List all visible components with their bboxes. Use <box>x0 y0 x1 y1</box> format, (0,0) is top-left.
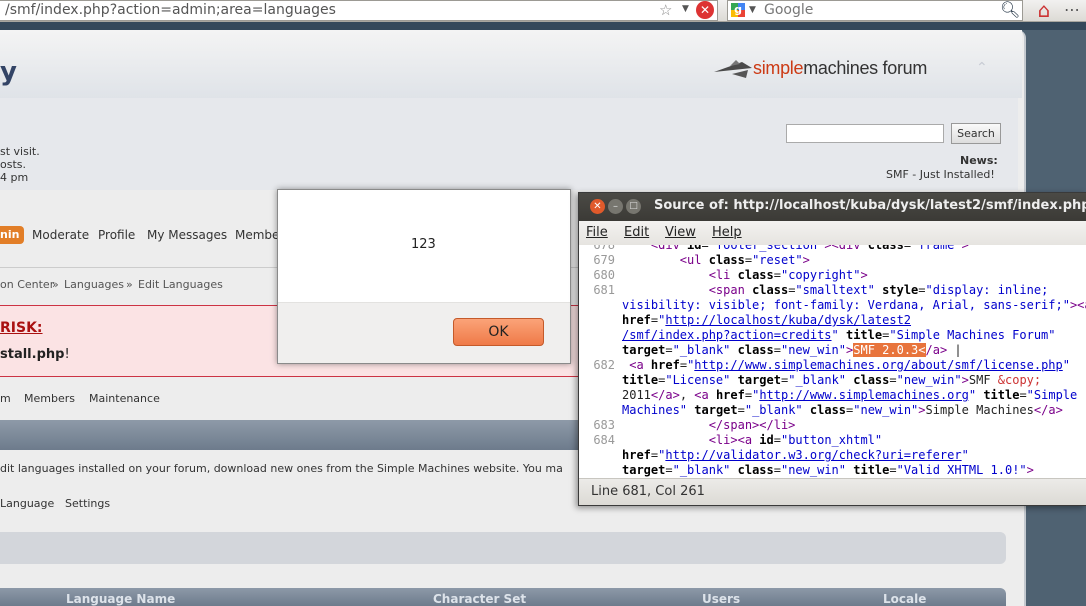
menu-help-label: Help <box>712 225 742 240</box>
toolbar-overflow-icon[interactable]: ⋯ <box>1064 0 1080 19</box>
menu-file-label: File <box>586 225 608 240</box>
warning-title: RISK: <box>0 320 43 336</box>
highlighted-version: SMF 2.0.3< <box>853 343 926 357</box>
alert-message: 123 <box>411 237 436 252</box>
logo-forum: forum <box>877 58 928 78</box>
warning-text: stall.php! <box>0 347 70 362</box>
smf-logo-text: simplemachines forum <box>753 58 927 79</box>
stop-icon[interactable]: ✕ <box>696 1 714 19</box>
breadcrumb-separator: » <box>126 278 133 291</box>
menu-profile[interactable]: Profile <box>98 228 135 242</box>
breadcrumb-languages[interactable]: Languages <box>64 278 124 291</box>
col-character-set[interactable]: Character Set <box>433 592 526 606</box>
logo-simple: simple <box>753 58 804 78</box>
forum-search-button[interactable]: Search <box>951 123 1001 144</box>
code-line: 2011</a>, <a href="http://www.simplemach… <box>622 388 1078 402</box>
user-info-line: st visit. <box>0 145 40 158</box>
warning-file: stall.php <box>0 347 65 362</box>
url-dropdown-icon[interactable]: ▼ <box>682 4 689 14</box>
search-engine-input[interactable]: Google <box>727 0 1023 21</box>
breadcrumb-edit-languages[interactable]: Edit Languages <box>138 278 223 291</box>
menu-admin[interactable]: nin <box>0 226 24 244</box>
url-bar[interactable]: /smf/index.php?action=admin;area=languag… <box>0 0 718 21</box>
user-info-line: osts. <box>0 158 27 171</box>
subnav-forum[interactable]: m <box>0 392 11 405</box>
line-number: 680 <box>593 268 615 282</box>
collapse-header-icon[interactable]: ⌃ <box>976 60 988 76</box>
code-line: <li class="copyright"> <box>708 268 868 282</box>
line-number: 681 <box>593 283 615 297</box>
code-line: <li><a id="button_xhtml" <box>708 433 883 447</box>
line-number: 678 <box>593 245 615 252</box>
code-line: <span class="smalltext" style="display: … <box>708 283 1049 297</box>
breadcrumb-separator: » <box>52 278 59 291</box>
code-line: target="_blank" class="new_win">SMF 2.0.… <box>622 343 962 357</box>
ok-button[interactable]: OK <box>453 318 544 346</box>
source-statusbar: Line 681, Col 261 <box>579 478 1086 505</box>
menu-view-label: View <box>665 225 696 240</box>
subnav-members[interactable]: Members <box>24 392 75 405</box>
tab-edit-language[interactable]: Language <box>0 497 54 510</box>
bookmark-star-icon[interactable]: ☆ <box>659 1 672 19</box>
user-info-line: 4 pm <box>0 171 29 184</box>
close-icon[interactable]: ✕ <box>590 199 605 214</box>
menu-moderate[interactable]: Moderate <box>32 228 89 242</box>
minimize-icon[interactable]: – <box>608 199 623 214</box>
code-line: href="http://validator.w3.org/check?uri=… <box>622 448 969 462</box>
maximize-icon[interactable]: □ <box>626 199 641 214</box>
menu-edit[interactable]: Edit <box>624 225 649 240</box>
forum-search-input[interactable] <box>786 124 944 143</box>
breadcrumb-admin-center[interactable]: on Center <box>0 278 54 291</box>
line-number: 683 <box>593 418 615 432</box>
line-number: 679 <box>593 253 615 267</box>
code-line: </span></li> <box>708 418 796 432</box>
menu-help[interactable]: Help <box>712 225 742 240</box>
source-menubar <box>579 221 1086 245</box>
code-line: <ul class="reset"> <box>679 253 810 267</box>
section-panel <box>0 532 1006 564</box>
news-text: SMF - Just Installed! <box>886 168 995 181</box>
page-background <box>0 22 1086 30</box>
menu-view[interactable]: View <box>665 225 696 240</box>
code-line: /smf/index.php?action=credits" title="Si… <box>622 328 1056 342</box>
col-users[interactable]: Users <box>702 592 740 606</box>
logo-machines: machines <box>803 58 878 78</box>
menu-my-messages[interactable]: My Messages <box>147 228 227 242</box>
code-line: Machines" target="_blank" class="new_win… <box>622 403 1063 417</box>
search-icon[interactable]: 🔍︎ <box>1000 0 1020 19</box>
source-code-view[interactable]: 678 <div id="footer_section"><div class=… <box>579 245 1086 478</box>
code-line: <div id="footer_section"><div class="fra… <box>650 245 969 252</box>
code-line: target="_blank" class="new_win" title="V… <box>622 463 1034 477</box>
menu-edit-label: Edit <box>624 225 650 240</box>
news-label: News: <box>960 154 998 167</box>
forum-title[interactable]: y <box>0 57 17 87</box>
google-icon[interactable]: g <box>731 3 745 17</box>
line-number: 684 <box>593 433 615 447</box>
code-line: title="License" target="_blank" class="n… <box>622 373 1042 387</box>
code-line: href="http://localhost/kuba/dysk/latest2 <box>622 313 912 327</box>
source-window-title: Source of: http://localhost/kuba/dysk/la… <box>654 198 1086 213</box>
code-line: <a href="http://www.simplemachines.org/a… <box>629 358 1070 372</box>
menu-file[interactable]: File <box>586 225 608 240</box>
user-panel <box>0 98 1018 190</box>
subnav-maintenance[interactable]: Maintenance <box>89 392 160 405</box>
col-language-name[interactable]: Language Name <box>66 592 175 606</box>
code-line: visibility: visible; font-family: Verdan… <box>622 298 1086 312</box>
warning-suffix: ! <box>64 347 70 362</box>
tab-settings[interactable]: Settings <box>65 497 110 510</box>
engine-dropdown-icon[interactable]: ▼ <box>749 5 756 15</box>
col-locale[interactable]: Locale <box>883 592 926 606</box>
home-icon[interactable]: ⌂ <box>1031 0 1057 22</box>
line-number: 682 <box>593 358 615 372</box>
